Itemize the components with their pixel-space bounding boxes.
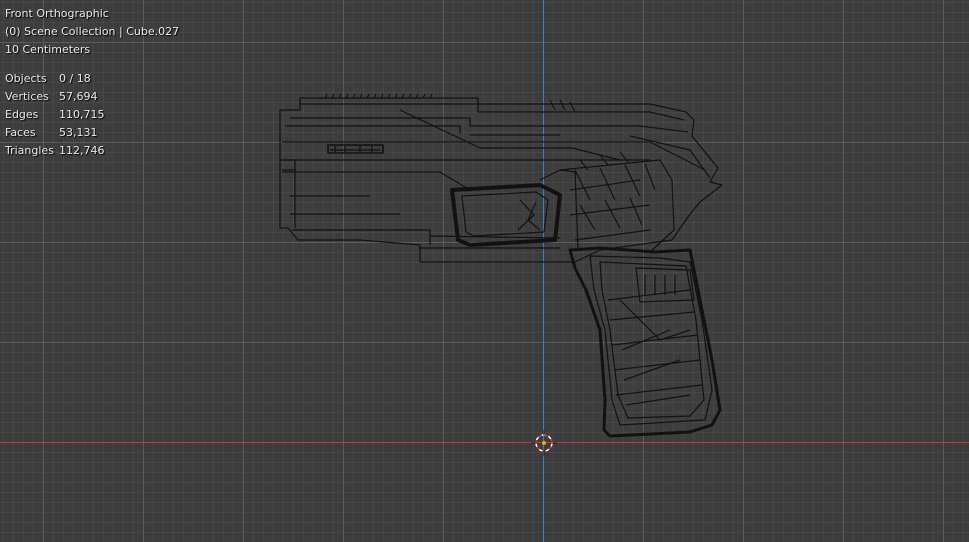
stat-value: 57,694 <box>59 90 98 103</box>
stat-objects: Objects 0 / 18 <box>5 70 179 88</box>
stat-vertices: Vertices 57,694 <box>5 88 179 106</box>
stat-label: Faces <box>5 126 36 139</box>
stat-edges: Edges 110,715 <box>5 106 179 124</box>
stat-value: 0 / 18 <box>59 72 91 85</box>
stat-value: 53,131 <box>59 126 98 139</box>
viewport-info-overlay: Front Orthographic (0) Scene Collection … <box>5 5 179 160</box>
stat-label: Edges <box>5 108 39 121</box>
stat-label: Objects <box>5 72 47 85</box>
collection-info: (0) Scene Collection | Cube.027 <box>5 25 180 38</box>
stat-label: Triangles <box>5 144 54 157</box>
stat-triangles: Triangles 112,746 <box>5 142 179 160</box>
scale-info: 10 Centimeters <box>5 43 91 56</box>
stat-value: 112,746 <box>59 144 105 157</box>
3d-viewport[interactable]: Front Orthographic (0) Scene Collection … <box>0 0 969 542</box>
stat-value: 110,715 <box>59 108 105 121</box>
stat-faces: Faces 53,131 <box>5 124 179 142</box>
stat-label: Vertices <box>5 90 49 103</box>
view-name: Front Orthographic <box>5 7 109 20</box>
statistics-panel: Objects 0 / 18 Vertices 57,694 Edges 110… <box>5 70 179 160</box>
3d-cursor-icon[interactable] <box>531 430 557 456</box>
